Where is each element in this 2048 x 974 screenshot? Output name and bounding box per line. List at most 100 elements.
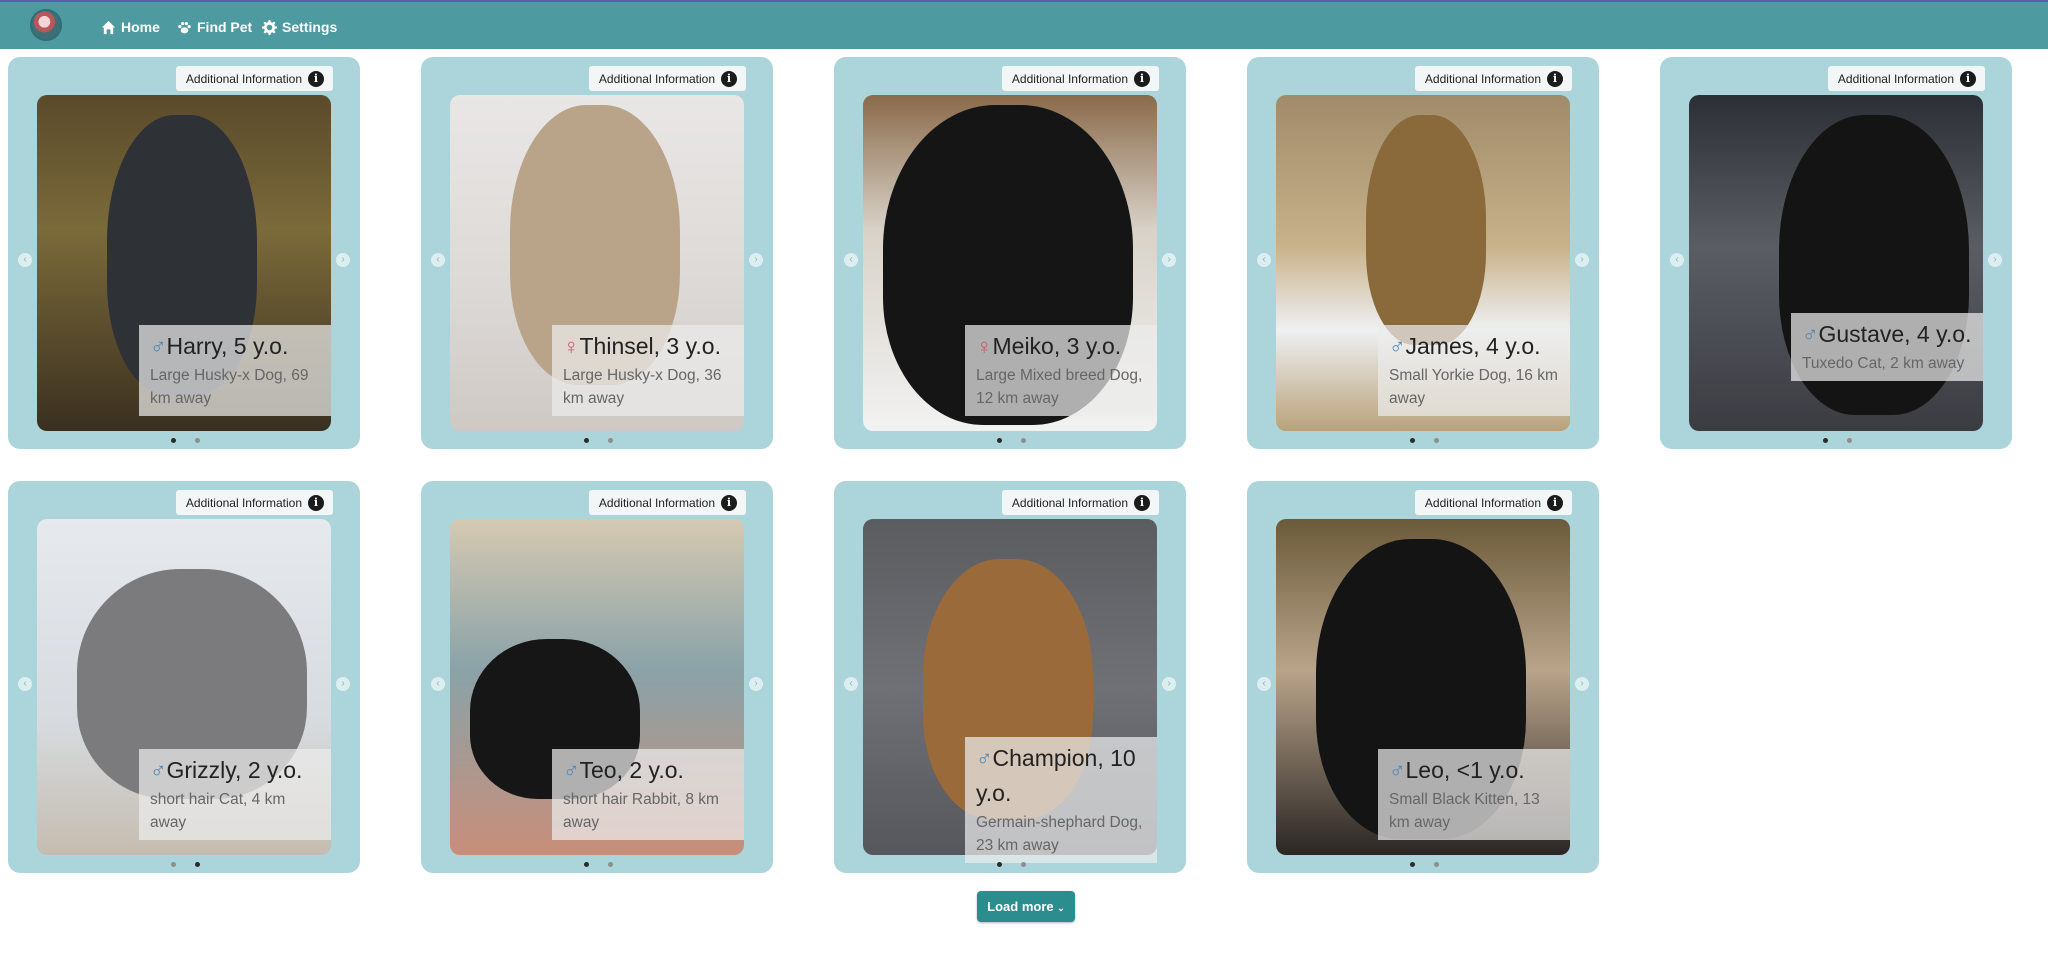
pet-name-text: Champion, 10 y.o. bbox=[976, 745, 1136, 806]
male-icon: ♂ bbox=[563, 758, 580, 783]
additional-information-button[interactable]: Additional Information i bbox=[1414, 490, 1572, 515]
additional-information-button[interactable]: Additional Information i bbox=[588, 490, 746, 515]
carousel-dot[interactable] bbox=[195, 438, 200, 443]
carousel-dot[interactable] bbox=[997, 862, 1002, 867]
info-icon: i bbox=[1960, 70, 1976, 87]
carousel-dot[interactable] bbox=[608, 438, 613, 443]
female-icon: ♀ bbox=[976, 334, 993, 359]
carousel-prev-arrow-icon[interactable]: ‹ bbox=[431, 253, 445, 267]
pet-card[interactable]: Additional Information i ‹ › ♂Teo, 2 y.o. sho… bbox=[421, 481, 773, 873]
pet-name: ♂Champion, 10 y.o. bbox=[976, 741, 1147, 811]
carousel-dot[interactable] bbox=[584, 862, 589, 867]
pet-caption: ♂Grizzly, 2 y.o. short hair Cat, 4 km awa… bbox=[139, 749, 331, 840]
carousel-prev-arrow-icon[interactable]: ‹ bbox=[844, 677, 858, 691]
pet-photo-subject bbox=[1366, 115, 1486, 345]
carousel-dot[interactable] bbox=[171, 862, 176, 867]
carousel-next-arrow-icon[interactable]: › bbox=[749, 253, 763, 267]
carousel-prev-arrow-icon[interactable]: ‹ bbox=[1670, 253, 1684, 267]
nav-find-pet-label: Find Pet bbox=[197, 19, 253, 35]
carousel-next-arrow-icon[interactable]: › bbox=[749, 677, 763, 691]
male-icon: ♂ bbox=[150, 334, 167, 359]
carousel-dot[interactable] bbox=[1021, 862, 1026, 867]
carousel-dot[interactable] bbox=[1021, 438, 1026, 443]
carousel-next-arrow-icon[interactable]: › bbox=[1162, 677, 1176, 691]
carousel-dot[interactable] bbox=[1434, 438, 1439, 443]
load-more-button[interactable]: Load more ⌄ bbox=[977, 891, 1075, 922]
additional-information-button[interactable]: Additional Information i bbox=[1001, 66, 1159, 91]
carousel-next-arrow-icon[interactable]: › bbox=[1575, 253, 1589, 267]
additional-information-button[interactable]: Additional Information i bbox=[588, 66, 746, 91]
carousel-dot[interactable] bbox=[584, 438, 589, 443]
pet-description: Small Black Kitten, 13 km away bbox=[1389, 791, 1540, 831]
male-icon: ♂ bbox=[150, 758, 167, 783]
nav-find-pet[interactable]: Find Pet bbox=[177, 17, 252, 37]
carousel-dot[interactable] bbox=[171, 438, 176, 443]
carousel-indicators bbox=[421, 438, 773, 446]
additional-information-button[interactable]: Additional Information i bbox=[175, 490, 333, 515]
carousel-next-arrow-icon[interactable]: › bbox=[336, 253, 350, 267]
carousel-indicators bbox=[8, 438, 360, 446]
pet-name-text: Grizzly, 2 y.o. bbox=[166, 757, 303, 783]
pet-description: Large Mixed breed Dog, 12 km away bbox=[976, 367, 1143, 407]
male-icon: ♂ bbox=[1389, 758, 1406, 783]
carousel-dot[interactable] bbox=[1847, 438, 1852, 443]
carousel-dot[interactable] bbox=[608, 862, 613, 867]
carousel-prev-arrow-icon[interactable]: ‹ bbox=[1257, 253, 1271, 267]
additional-information-label: Additional Information bbox=[1011, 495, 1128, 510]
additional-information-button[interactable]: Additional Information i bbox=[175, 66, 333, 91]
pet-description: Germain-shephard Dog, 23 km away bbox=[976, 814, 1143, 854]
home-icon bbox=[101, 20, 116, 34]
pet-card[interactable]: Additional Information i ‹ › ♂James, 4 y.o. S… bbox=[1247, 57, 1599, 449]
carousel-indicators bbox=[834, 438, 1186, 446]
carousel-dot[interactable] bbox=[1410, 862, 1415, 867]
pet-name-text: Harry, 5 y.o. bbox=[166, 333, 289, 359]
carousel-next-arrow-icon[interactable]: › bbox=[1988, 253, 2002, 267]
carousel-prev-arrow-icon[interactable]: ‹ bbox=[1257, 677, 1271, 691]
nav-home[interactable]: Home bbox=[101, 17, 160, 37]
additional-information-button[interactable]: Additional Information i bbox=[1827, 66, 1985, 91]
info-icon: i bbox=[721, 70, 737, 87]
carousel-prev-arrow-icon[interactable]: ‹ bbox=[18, 253, 32, 267]
paw-icon bbox=[178, 21, 191, 33]
pet-card[interactable]: Additional Information i ‹ › ♀Meiko, 3 y.o. L… bbox=[834, 57, 1186, 449]
carousel-prev-arrow-icon[interactable]: ‹ bbox=[18, 677, 32, 691]
carousel-dot[interactable] bbox=[195, 862, 200, 867]
gear-icon bbox=[262, 19, 277, 35]
carousel-indicators bbox=[421, 862, 773, 870]
pet-description: Large Husky-x Dog, 36 km away bbox=[563, 367, 722, 407]
carousel-indicators bbox=[8, 862, 360, 870]
carousel-next-arrow-icon[interactable]: › bbox=[1162, 253, 1176, 267]
carousel-next-arrow-icon[interactable]: › bbox=[1575, 677, 1589, 691]
additional-information-label: Additional Information bbox=[185, 495, 302, 510]
nav-settings-label: Settings bbox=[282, 19, 338, 35]
carousel-dot[interactable] bbox=[997, 438, 1002, 443]
pet-description: short hair Cat, 4 km away bbox=[150, 791, 286, 831]
pet-card[interactable]: Additional Information i ‹ › ♂Champion, 10 y… bbox=[834, 481, 1186, 873]
pet-card[interactable]: Additional Information i ‹ › ♂Gustave, 4 y.o… bbox=[1660, 57, 2012, 449]
nav-settings[interactable]: Settings bbox=[262, 17, 337, 37]
carousel-indicators bbox=[1247, 862, 1599, 870]
info-icon: i bbox=[1547, 70, 1563, 87]
pet-card[interactable]: Additional Information i ‹ › ♂Grizzly, 2 y.o… bbox=[8, 481, 360, 873]
pet-name: ♂James, 4 y.o. bbox=[1389, 329, 1560, 364]
app-logo[interactable] bbox=[30, 9, 62, 41]
pet-name: ♂Teo, 2 y.o. bbox=[563, 753, 734, 788]
male-icon: ♂ bbox=[1802, 322, 1819, 347]
carousel-dot[interactable] bbox=[1823, 438, 1828, 443]
carousel-prev-arrow-icon[interactable]: ‹ bbox=[431, 677, 445, 691]
pet-name-text: James, 4 y.o. bbox=[1405, 333, 1541, 359]
male-icon: ♂ bbox=[1389, 334, 1406, 359]
carousel-dot[interactable] bbox=[1434, 862, 1439, 867]
additional-information-button[interactable]: Additional Information i bbox=[1414, 66, 1572, 91]
carousel-prev-arrow-icon[interactable]: ‹ bbox=[844, 253, 858, 267]
carousel-dot[interactable] bbox=[1410, 438, 1415, 443]
additional-information-button[interactable]: Additional Information i bbox=[1001, 490, 1159, 515]
carousel-next-arrow-icon[interactable]: › bbox=[336, 677, 350, 691]
load-more-label: Load more bbox=[987, 899, 1054, 914]
info-icon: i bbox=[1547, 494, 1563, 511]
pet-card[interactable]: Additional Information i ‹ › ♀Thinsel, 3 y.o… bbox=[421, 57, 773, 449]
pet-name: ♀Meiko, 3 y.o. bbox=[976, 329, 1147, 364]
pet-description: Small Yorkie Dog, 16 km away bbox=[1389, 367, 1558, 407]
pet-card[interactable]: Additional Information i ‹ › ♂Leo, <1 y.o. Sm… bbox=[1247, 481, 1599, 873]
pet-card[interactable]: Additional Information i ‹ › ♂Harry, 5 y.o. L… bbox=[8, 57, 360, 449]
